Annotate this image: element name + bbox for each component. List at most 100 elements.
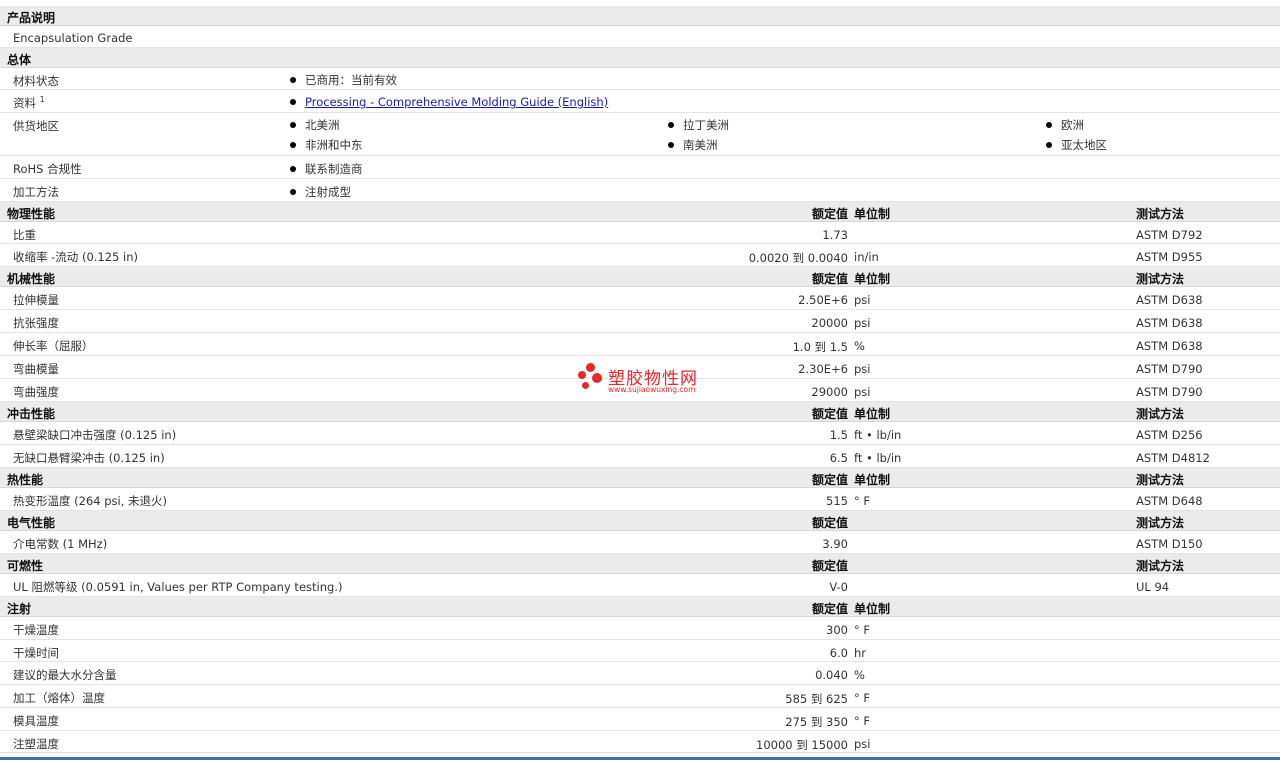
- property-value: 300: [826, 623, 848, 637]
- property-row: 弯曲模量 2.30E+6 psi ASTM D790: [0, 356, 1280, 379]
- bullet-item: 联系制造商: [290, 161, 363, 177]
- property-label: 悬壁梁缺口冲击强度 (0.125 in): [13, 428, 177, 442]
- property-label: 加工（熔体）温度: [13, 691, 105, 705]
- bullet-icon: [668, 142, 674, 148]
- property-unit: ° F: [854, 714, 871, 728]
- bullet-icon: [290, 77, 296, 83]
- property-unit: ft • lb/in: [854, 428, 902, 442]
- property-unit: %: [854, 668, 865, 682]
- property-label: 无缺口悬臂梁冲击 (0.125 in): [13, 451, 165, 465]
- property-value: 275 到 350: [785, 715, 848, 729]
- property-label: 伸长率（屈服）: [13, 339, 94, 353]
- property-row: 模具温度 275 到 350 ° F: [0, 708, 1280, 731]
- process-method-value: 注射成型: [305, 185, 351, 199]
- unit-column-header: 单位制: [854, 272, 891, 286]
- molding-guide-link[interactable]: Processing - Comprehensive Molding Guide…: [305, 95, 608, 109]
- section-title: 产品说明: [7, 11, 56, 25]
- property-label: 热变形温度 (264 psi, 未退火): [13, 494, 168, 508]
- bullet-item: 已商用：当前有效: [290, 72, 397, 88]
- section-title: 电气性能: [7, 516, 56, 530]
- bullet-icon: [290, 166, 296, 172]
- section-header-product: 产品说明: [0, 6, 1280, 26]
- region-item: 拉丁美洲: [668, 117, 729, 133]
- property-label: UL 阻燃等级 (0.0591 in, Values per RTP Compa…: [13, 580, 343, 594]
- material-status-value: 已商用：当前有效: [305, 73, 397, 87]
- test-method: UL 94: [1136, 580, 1170, 594]
- property-row: 热变形温度 (264 psi, 未退火) 515 ° F ASTM D648: [0, 488, 1280, 511]
- unit-column-header: 单位制: [854, 407, 891, 421]
- test-method: ASTM D256: [1136, 428, 1203, 442]
- property-label: 供货地区: [13, 119, 59, 133]
- value-column-header: 额定值: [811, 559, 848, 573]
- property-unit: in/in: [854, 250, 879, 264]
- test-method: ASTM D648: [1136, 494, 1203, 508]
- property-row: 无缺口悬臂梁冲击 (0.125 in) 6.5 ft • lb/in ASTM D48…: [0, 445, 1280, 468]
- property-value: 585 到 625: [785, 692, 848, 706]
- section-header: 机械性能 额定值 单位制 测试方法: [0, 267, 1280, 287]
- rohs-value: 联系制造商: [305, 162, 363, 176]
- product-grade: Encapsulation Grade: [13, 31, 133, 45]
- section-title: 热性能: [7, 473, 44, 487]
- test-method: ASTM D4812: [1136, 451, 1210, 465]
- section-title: 冲击性能: [7, 407, 56, 421]
- test-method: ASTM D638: [1136, 316, 1203, 330]
- property-label: 干燥时间: [13, 646, 59, 660]
- property-row: 介电常数 (1 MHz) 3.90 ASTM D150: [0, 531, 1280, 554]
- bullet-icon: [290, 142, 296, 148]
- bullet-icon: [668, 122, 674, 128]
- property-label: 收缩率 -流动 (0.125 in): [13, 250, 138, 264]
- test-method: ASTM D150: [1136, 537, 1203, 551]
- property-row: 加工（熔体）温度 585 到 625 ° F: [0, 685, 1280, 708]
- method-column-header: 测试方法: [1136, 272, 1185, 286]
- value-column-header: 额定值: [811, 473, 848, 487]
- test-method: ASTM D955: [1136, 250, 1203, 264]
- test-method: ASTM D790: [1136, 385, 1203, 399]
- unit-column-header: 单位制: [854, 602, 891, 616]
- property-label: 资料 1: [13, 95, 45, 110]
- property-value: 3.90: [822, 537, 848, 551]
- unit-column-header: 单位制: [854, 473, 891, 487]
- datasheet-table: 产品说明 Encapsulation Grade 总体 材料状态 已商用：当前有…: [0, 6, 1280, 753]
- region-item: 北美洲: [290, 117, 340, 133]
- region-item: 欧洲: [1046, 117, 1084, 133]
- property-label: 比重: [13, 228, 36, 242]
- property-row: 比重 1.73 ASTM D792: [0, 222, 1280, 244]
- region-item: 非洲和中东: [290, 137, 363, 153]
- value-column-header: 额定值: [811, 516, 848, 530]
- property-row: 注塑温度 10000 到 15000 psi: [0, 731, 1280, 753]
- property-label: 介电常数 (1 MHz): [13, 537, 108, 551]
- property-label: 弯曲模量: [13, 362, 59, 376]
- material-status-row: 材料状态 已商用：当前有效: [0, 68, 1280, 90]
- method-column-header: 测试方法: [1136, 516, 1185, 530]
- property-label: 弯曲强度: [13, 385, 59, 399]
- property-row: 收缩率 -流动 (0.125 in) 0.0020 到 0.0040 in/in AS…: [0, 244, 1280, 267]
- section-title: 总体: [7, 53, 32, 67]
- property-label: 材料状态: [13, 74, 59, 88]
- property-row: UL 阻燃等级 (0.0591 in, Values per RTP Compa…: [0, 574, 1280, 597]
- value-column-header: 额定值: [811, 207, 848, 221]
- method-column-header: 测试方法: [1136, 559, 1185, 573]
- property-unit: hr: [854, 646, 867, 660]
- property-unit: psi: [854, 737, 871, 751]
- section-header: 物理性能 额定值 单位制 测试方法: [0, 202, 1280, 222]
- process-method-row: 加工方法 注射成型: [0, 179, 1280, 202]
- bullet-icon: [1046, 122, 1052, 128]
- property-row: 抗张强度 20000 psi ASTM D638: [0, 310, 1280, 333]
- property-value: 6.5: [829, 451, 848, 465]
- property-row: 拉伸模量 2.50E+6 psi ASTM D638: [0, 287, 1280, 310]
- property-row: 悬壁梁缺口冲击强度 (0.125 in) 1.5 ft • lb/in ASTM D2…: [0, 422, 1280, 445]
- bullet-item: 注射成型: [290, 184, 351, 200]
- method-column-header: 测试方法: [1136, 407, 1185, 421]
- property-label: 加工方法: [13, 185, 59, 199]
- property-label: 干燥温度: [13, 623, 59, 637]
- property-row: 建议的最大水分含量 0.040%: [0, 662, 1280, 685]
- property-value: 1.5: [829, 428, 848, 442]
- footnote-marker: 1: [39, 95, 45, 104]
- method-column-header: 测试方法: [1136, 473, 1185, 487]
- section-header: 注射 额定值 单位制: [0, 597, 1280, 617]
- test-method: ASTM D638: [1136, 339, 1203, 353]
- property-value: 20000: [811, 316, 848, 330]
- property-value: 1.73: [822, 228, 848, 242]
- property-row: 干燥时间 6.0 hr: [0, 640, 1280, 662]
- property-unit: ° F: [854, 494, 871, 508]
